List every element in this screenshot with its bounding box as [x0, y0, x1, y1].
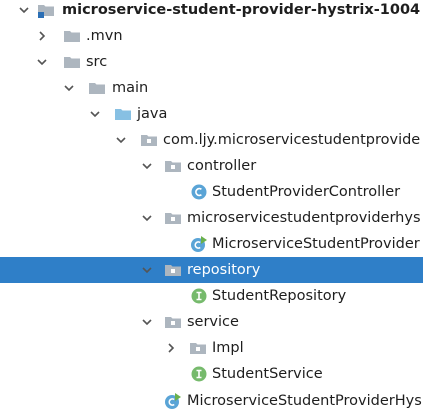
package-icon	[140, 131, 158, 149]
chevron-down-icon[interactable]	[88, 101, 102, 127]
tree-item-label: MicroserviceStudentProviderHys	[187, 393, 422, 409]
chevron-down-icon[interactable]	[17, 0, 31, 23]
tree-row-module-root[interactable]: microservice-student-provider-hystrix-10…	[0, 0, 423, 23]
chevron-down-icon[interactable]	[35, 49, 49, 75]
tree-row-service[interactable]: service	[0, 309, 423, 335]
module-folder-icon	[37, 1, 55, 19]
package-icon	[164, 157, 182, 175]
tree-item-label: microservicestudentproviderhys	[187, 210, 421, 226]
tree-item-label: MicroserviceStudentProvider	[212, 236, 420, 252]
tree-item-label: src	[86, 54, 108, 70]
chevron-down-icon[interactable]	[62, 75, 76, 101]
package-icon	[189, 339, 207, 357]
tree-row-java[interactable]: java	[0, 101, 423, 127]
tree-item-label: main	[112, 80, 149, 96]
tree-row-controller[interactable]: controller	[0, 153, 423, 179]
project-tree: microservice-student-provider-hystrix-10…	[0, 0, 423, 418]
interface-icon	[190, 287, 208, 305]
tree-row-application-class[interactable]: MicroserviceStudentProvider	[0, 231, 423, 257]
tree-row-hystrix-package[interactable]: microservicestudentproviderhys	[0, 205, 423, 231]
tree-item-label: microservice-student-provider-hystrix-10…	[62, 2, 421, 18]
chevron-down-icon[interactable]	[140, 153, 154, 179]
tree-row-impl[interactable]: Impl	[0, 335, 423, 361]
tree-item-label: repository	[187, 262, 261, 278]
tree-item-label: .mvn	[86, 28, 123, 44]
tree-item-label: StudentRepository	[212, 288, 347, 304]
source-root-folder-icon	[114, 105, 132, 123]
folder-icon	[63, 53, 81, 71]
tree-row-mvn[interactable]: .mvn	[0, 23, 423, 49]
tree-row-student-service[interactable]: StudentService	[0, 361, 423, 387]
tree-item-label: java	[137, 106, 168, 122]
package-icon	[164, 261, 182, 279]
tree-item-label: service	[187, 314, 239, 330]
tree-item-label: controller	[187, 158, 257, 174]
package-icon	[164, 313, 182, 331]
tree-item-label: com.ljy.microservicestudentprovide	[163, 132, 421, 148]
folder-icon	[88, 79, 106, 97]
chevron-down-icon[interactable]	[140, 205, 154, 231]
chevron-down-icon[interactable]	[140, 257, 154, 283]
tree-row-student-provider-controller[interactable]: StudentProviderController	[0, 179, 423, 205]
folder-icon	[63, 27, 81, 45]
class-icon	[190, 183, 208, 201]
tree-row-base-package[interactable]: com.ljy.microservicestudentprovide	[0, 127, 423, 153]
tree-row-student-repository[interactable]: StudentRepository	[0, 283, 423, 309]
tree-item-label: Impl	[212, 340, 244, 356]
tree-item-label: StudentService	[212, 366, 323, 382]
chevron-down-icon[interactable]	[140, 309, 154, 335]
tree-row-main[interactable]: main	[0, 75, 423, 101]
chevron-down-icon[interactable]	[114, 127, 128, 153]
interface-icon	[190, 365, 208, 383]
tree-row-hystrix-application[interactable]: MicroserviceStudentProviderHys	[0, 388, 423, 414]
tree-row-src[interactable]: src	[0, 49, 423, 75]
tree-item-label: StudentProviderController	[212, 184, 401, 200]
package-icon	[164, 209, 182, 227]
spring-boot-class-icon	[164, 392, 182, 410]
chevron-right-icon[interactable]	[35, 23, 49, 49]
chevron-right-icon[interactable]	[164, 335, 178, 361]
tree-row-repository[interactable]: repository	[0, 257, 423, 283]
spring-boot-class-icon	[190, 235, 208, 253]
